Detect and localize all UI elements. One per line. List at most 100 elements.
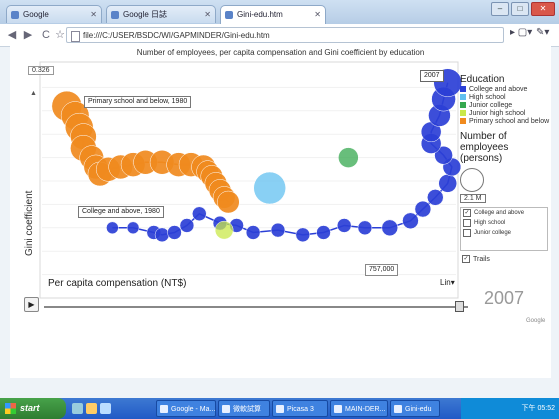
task-icon (160, 405, 168, 413)
back-icon[interactable]: ◀ (4, 27, 20, 43)
bubble[interactable] (214, 220, 234, 240)
minimize-icon[interactable]: – (491, 2, 509, 16)
x-axis-readout: 757,000 (365, 264, 399, 276)
select-list: ✓ College and above High school Junior co… (460, 207, 548, 251)
y-scale-selector[interactable]: ▲ (30, 90, 37, 97)
close-window-icon[interactable]: ✕ (531, 2, 555, 16)
bubble[interactable] (427, 189, 444, 206)
wrench-menu-icon[interactable]: ✎▾ (536, 27, 549, 38)
y-axis-top-value[interactable]: 0.326 (28, 66, 54, 75)
browser-toolbar: ◀ ▶ C ☆ file:///C:/USER/BSDC/WI/GAPMINDE… (0, 24, 559, 47)
current-year: 2007 (484, 288, 525, 308)
bubble[interactable] (179, 218, 195, 233)
task-spreadsheet[interactable]: 微軟試算 (218, 400, 270, 417)
start-button[interactable]: start (0, 398, 66, 419)
trail-label-primary[interactable]: Primary school and below, 1980 (84, 96, 192, 108)
task-gini-edu[interactable]: Gini-edu (390, 400, 440, 417)
task-icon (394, 405, 402, 413)
close-tab-icon[interactable]: ✕ (314, 6, 321, 24)
legend-label: College and above (469, 85, 528, 93)
close-tab-icon[interactable]: ✕ (204, 6, 211, 23)
legend-item[interactable]: Junior high school (460, 109, 550, 117)
forward-icon[interactable]: ▶ (20, 27, 36, 43)
bubble[interactable] (126, 221, 140, 235)
bubble[interactable] (253, 171, 286, 205)
task-google[interactable]: Google - Ma... (156, 400, 216, 417)
select-label: High school (474, 220, 506, 226)
task-label: 微軟試算 (233, 406, 261, 413)
browser-window: Google ✕ Google 日誌 ✕ Gini-edu.htm ✕ – □ … (0, 0, 559, 419)
taskbar: start Google - Ma... 微軟試算 Picasa 3 MAIN-… (0, 398, 559, 419)
bubble[interactable] (402, 212, 419, 230)
quicklaunch-ie-icon[interactable] (72, 403, 83, 414)
legend-item[interactable]: College and above (460, 85, 550, 93)
bubble[interactable] (438, 174, 457, 193)
checkbox-checked-icon[interactable]: ✓ (463, 209, 471, 217)
trail-label-college[interactable]: College and above, 1980 (78, 206, 164, 218)
system-tray: 下午 05:52 (461, 398, 559, 419)
bubble[interactable] (270, 222, 286, 238)
tab-strip: Google ✕ Google 日誌 ✕ Gini-edu.htm ✕ – □ … (0, 0, 559, 24)
legend-item[interactable]: High school (460, 93, 550, 101)
legend-title[interactable]: Education (460, 74, 550, 85)
checkbox-icon[interactable] (463, 229, 471, 237)
play-button[interactable]: ▶ (24, 297, 39, 312)
address-bar[interactable]: file:///C:/USER/BSDC/WI/GAPMINDER/Gini-e… (66, 27, 504, 43)
task-picasa[interactable]: Picasa 3 (272, 400, 328, 417)
quicklaunch-folder-icon[interactable] (86, 403, 97, 414)
quicklaunch-desktop-icon[interactable] (100, 403, 111, 414)
bubble[interactable] (295, 227, 311, 243)
document-favicon-icon (225, 11, 233, 19)
tab-gini-edu[interactable]: Gini-edu.htm ✕ (220, 5, 326, 24)
task-main-der[interactable]: MAIN-DER... (330, 400, 388, 417)
legend-swatch (460, 118, 466, 124)
bubble[interactable] (357, 220, 373, 236)
trails-label: Trails (473, 255, 490, 263)
close-tab-icon[interactable]: ✕ (90, 6, 97, 23)
bubble[interactable] (106, 221, 119, 235)
bubble-year-marker: 2007 (420, 70, 444, 82)
window-controls: – □ ✕ (491, 2, 555, 16)
checkbox-checked-icon[interactable]: ✓ (462, 255, 470, 263)
bubble[interactable] (336, 218, 352, 233)
bubble[interactable] (381, 219, 399, 237)
select-item[interactable]: Junior college (461, 228, 547, 238)
select-label: College and above (474, 210, 525, 216)
size-title[interactable]: Number of employees (persons) (460, 131, 550, 164)
select-label: Junior college (474, 230, 512, 236)
page-menu-icon[interactable]: ▸ ▢▾ (510, 27, 532, 38)
bubble[interactable] (316, 225, 331, 240)
bubble[interactable] (414, 200, 432, 218)
clock: 下午 05:52 (521, 405, 555, 412)
legend-list: College and above High school Junior col… (460, 85, 550, 125)
checkbox-icon[interactable] (463, 219, 471, 227)
legend-item[interactable]: Primary school and below (460, 117, 550, 125)
select-item[interactable]: High school (461, 218, 547, 228)
url-text: file:///C:/USER/BSDC/WI/GAPMINDER/Gini-e… (83, 31, 270, 40)
bubble[interactable] (154, 227, 170, 243)
tab-google-blog[interactable]: Google 日誌 ✕ (106, 5, 216, 23)
legend-item[interactable]: Junior college (460, 101, 550, 109)
bubble[interactable] (167, 225, 182, 240)
bubble[interactable] (217, 190, 240, 214)
time-slider-track[interactable] (44, 306, 468, 308)
bubble[interactable] (245, 225, 261, 240)
legend-swatch (460, 94, 466, 100)
select-item[interactable]: ✓ College and above (461, 208, 547, 218)
trails-toggle[interactable]: ✓ Trails (460, 255, 550, 263)
size-value: 2.1 M (460, 194, 486, 203)
x-axis-label[interactable]: Per capita compensation (NT$) (48, 278, 186, 289)
google-favicon-icon (11, 11, 19, 19)
legend-label: High school (469, 93, 506, 101)
bubble[interactable] (338, 147, 359, 168)
y-axis-label[interactable]: Gini coefficient (24, 191, 35, 256)
maximize-icon[interactable]: □ (511, 2, 529, 16)
tab-google[interactable]: Google ✕ (6, 5, 102, 23)
x-scale-selector[interactable]: Lin▾ (440, 278, 455, 287)
page-icon (71, 31, 80, 42)
tab-label: Google 日誌 (123, 10, 168, 19)
task-label: MAIN-DER... (345, 406, 386, 413)
bubble[interactable] (192, 206, 207, 222)
time-slider-thumb[interactable] (455, 301, 464, 312)
windows-logo-icon (5, 403, 16, 414)
